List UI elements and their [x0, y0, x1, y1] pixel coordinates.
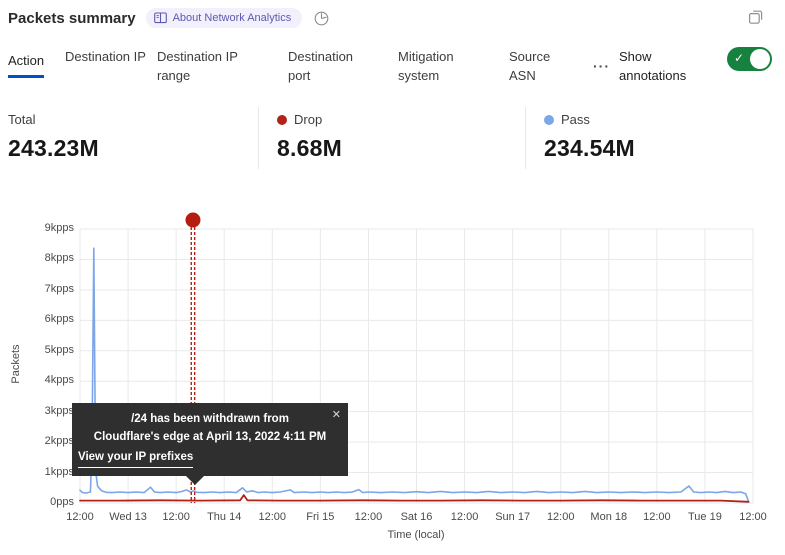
- y-tick-label: 9kpps: [26, 222, 74, 234]
- x-tick-label: 12:00: [727, 511, 779, 523]
- annotation-marker[interactable]: [185, 213, 200, 228]
- drop-series-line: [80, 495, 749, 502]
- x-tick-label: 12:00: [342, 511, 394, 523]
- x-tick-label: Thu 14: [198, 511, 250, 523]
- tooltip-text-line1: /24 has been withdrawn from: [78, 411, 342, 429]
- x-tick-label: Tue 19: [679, 511, 731, 523]
- tooltip-text-line2: Cloudflare's edge at April 13, 2022 4:11…: [78, 429, 342, 447]
- x-tick-label: Mon 18: [583, 511, 635, 523]
- y-tick-label: 7kpps: [26, 283, 74, 295]
- view-ip-prefixes-link[interactable]: View your IP prefixes: [78, 449, 193, 469]
- x-tick-label: 12:00: [54, 511, 106, 523]
- x-tick-label: 12:00: [535, 511, 587, 523]
- y-tick-label: 2kpps: [26, 435, 74, 447]
- x-tick-label: 12:00: [439, 511, 491, 523]
- y-tick-label: 6kpps: [26, 313, 74, 325]
- x-tick-label: Sun 17: [487, 511, 539, 523]
- packets-summary-panel: Packets summary About Network Analytics …: [0, 0, 785, 555]
- x-tick-label: 12:00: [246, 511, 298, 523]
- y-tick-label: 1kpps: [26, 466, 74, 478]
- x-tick-label: 12:00: [631, 511, 683, 523]
- x-axis-title: Time (local): [366, 529, 466, 541]
- y-tick-label: 4kpps: [26, 374, 74, 386]
- y-tick-label: 5kpps: [26, 344, 74, 356]
- annotation-tooltip: ✕ /24 has been withdrawn from Cloudflare…: [72, 403, 348, 476]
- close-icon[interactable]: ✕: [332, 407, 341, 424]
- x-tick-label: Wed 13: [102, 511, 154, 523]
- y-tick-label: 3kpps: [26, 405, 74, 417]
- y-tick-label: 0pps: [26, 496, 74, 508]
- x-tick-label: 12:00: [150, 511, 202, 523]
- y-axis-title: Packets: [10, 334, 22, 394]
- x-tick-label: Fri 15: [294, 511, 346, 523]
- x-tick-label: Sat 16: [391, 511, 443, 523]
- y-tick-label: 8kpps: [26, 252, 74, 264]
